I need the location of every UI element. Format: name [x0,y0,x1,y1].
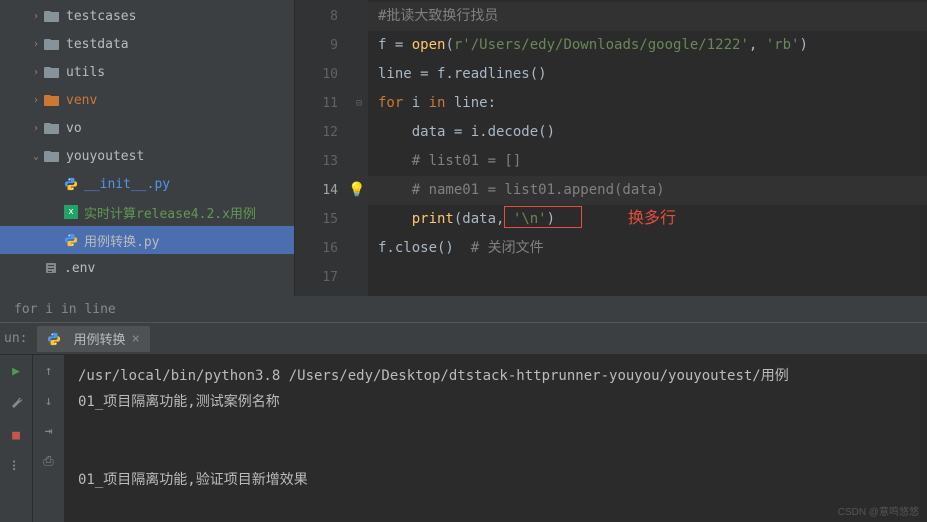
excel-icon: x [64,205,78,219]
project-tree[interactable]: › testcases › testdata › utils › venv › vo ⌄ youyou… [0,0,295,296]
wrap-icon[interactable]: ⇥ [39,421,59,441]
run-header: un: 用例转换 × [0,323,927,355]
code-line[interactable]: # list01 = [] [368,147,927,176]
tree-label: youyoutest [66,149,144,164]
python-icon [64,233,78,247]
tree-label: utils [66,65,105,80]
python-icon [64,177,78,191]
chevron-icon: › [28,11,44,22]
code-editor[interactable]: 891011121314151617 ⊟ #批读大致换行找员f = open(r… [295,0,927,296]
run-panel-label: un: [4,331,27,346]
folder-lib-icon [44,93,60,107]
down-arrow-icon[interactable]: ↓ [39,391,59,411]
console-line: 01_项目隔离功能,测试案例名称 [78,389,913,415]
bulb-icon[interactable]: 💡 [348,176,365,205]
code-line[interactable]: for i in line: [368,89,927,118]
up-arrow-icon[interactable]: ↑ [39,361,59,381]
folder-icon [44,9,60,23]
env-icon [44,261,58,275]
line-number[interactable]: 17 [295,263,338,292]
chevron-icon: › [28,67,44,78]
folder-icon [44,65,60,79]
run-tab[interactable]: 用例转换 × [37,326,149,352]
run-panel: un: 用例转换 × ▶ ■ ⠇ ↑ ↓ ⇥ ⎙ /usr/local/bin/… [0,322,927,522]
chevron-icon: › [28,95,44,106]
line-number[interactable]: 9 [295,31,338,60]
annotation-text: 换多行 [628,204,676,233]
run-toolbar-left: ▶ ■ ⠇ [0,355,32,522]
fold-icon[interactable]: ⊟ [356,98,362,109]
console-line [78,441,913,467]
folder-icon [44,37,60,51]
console-line: 01_项目隔离功能,验证项目新增效果 [78,467,913,493]
tree-item[interactable]: › venv [0,86,294,114]
console-output[interactable]: /usr/local/bin/python3.8 /Users/edy/Desk… [64,355,927,522]
python-icon [47,332,61,346]
code-line[interactable]: line = f.readlines() [368,60,927,89]
code-line[interactable]: f = open(r'/Users/edy/Downloads/google/1… [368,31,927,60]
code-line[interactable]: #批读大致换行找员 [368,2,927,31]
tree-item[interactable]: x 实时计算release4.2.x用例 [0,198,294,226]
tree-label: 用例转换.py [84,231,159,250]
chevron-icon: › [28,39,44,50]
tree-item[interactable]: › testdata [0,30,294,58]
run-toolbar-right: ↑ ↓ ⇥ ⎙ [32,355,64,522]
line-number[interactable]: 14 [295,176,338,205]
tree-item[interactable]: __init__.py [0,170,294,198]
tree-item[interactable]: 用例转换.py [0,226,294,254]
chevron-icon: › [28,123,44,134]
highlight-box [504,206,582,228]
tree-item[interactable]: .env [0,254,294,282]
tool-wrench-icon[interactable] [6,393,26,413]
console-line: /usr/local/bin/python3.8 /Users/edy/Desk… [78,363,913,389]
print-icon[interactable]: ⎙ [39,451,59,471]
tree-label: .env [64,261,95,276]
tree-item[interactable]: ⌄ youyoutest [0,142,294,170]
tree-label: testdata [66,37,129,52]
rerun-button[interactable]: ▶ [6,361,26,381]
watermark: CSDN @意鸣悠悠 [838,503,919,518]
code-line[interactable]: data = i.decode() [368,118,927,147]
folder-icon [44,121,60,135]
folder-icon [44,149,60,163]
breadcrumb-text: for i in line [14,302,116,317]
line-number[interactable]: 12 [295,118,338,147]
stop-button[interactable]: ■ [6,425,26,445]
more-icon[interactable]: ⠇ [6,457,26,477]
tree-label: __init__.py [84,177,170,192]
line-number[interactable]: 8 [295,2,338,31]
line-number[interactable]: 10 [295,60,338,89]
line-number[interactable]: 16 [295,234,338,263]
line-number[interactable]: 15 [295,205,338,234]
breadcrumb-bar[interactable]: for i in line [0,296,927,322]
tree-label: testcases [66,9,136,24]
tree-item[interactable]: › utils [0,58,294,86]
code-line[interactable]: f.close() # 关闭文件 [368,234,927,263]
tree-label: 实时计算release4.2.x用例 [84,203,256,222]
line-number[interactable]: 13 [295,147,338,176]
run-tab-label: 用例转换 [73,329,125,348]
chevron-icon: ⌄ [28,151,44,162]
tree-label: vo [66,121,82,136]
code-line[interactable]: 💡 # name01 = list01.append(data) [368,176,927,205]
tree-label: venv [66,93,97,108]
tree-item[interactable]: › testcases [0,2,294,30]
line-number[interactable]: 11 [295,89,338,118]
close-icon[interactable]: × [132,331,140,347]
console-line [78,415,913,441]
tree-item[interactable]: › vo [0,114,294,142]
